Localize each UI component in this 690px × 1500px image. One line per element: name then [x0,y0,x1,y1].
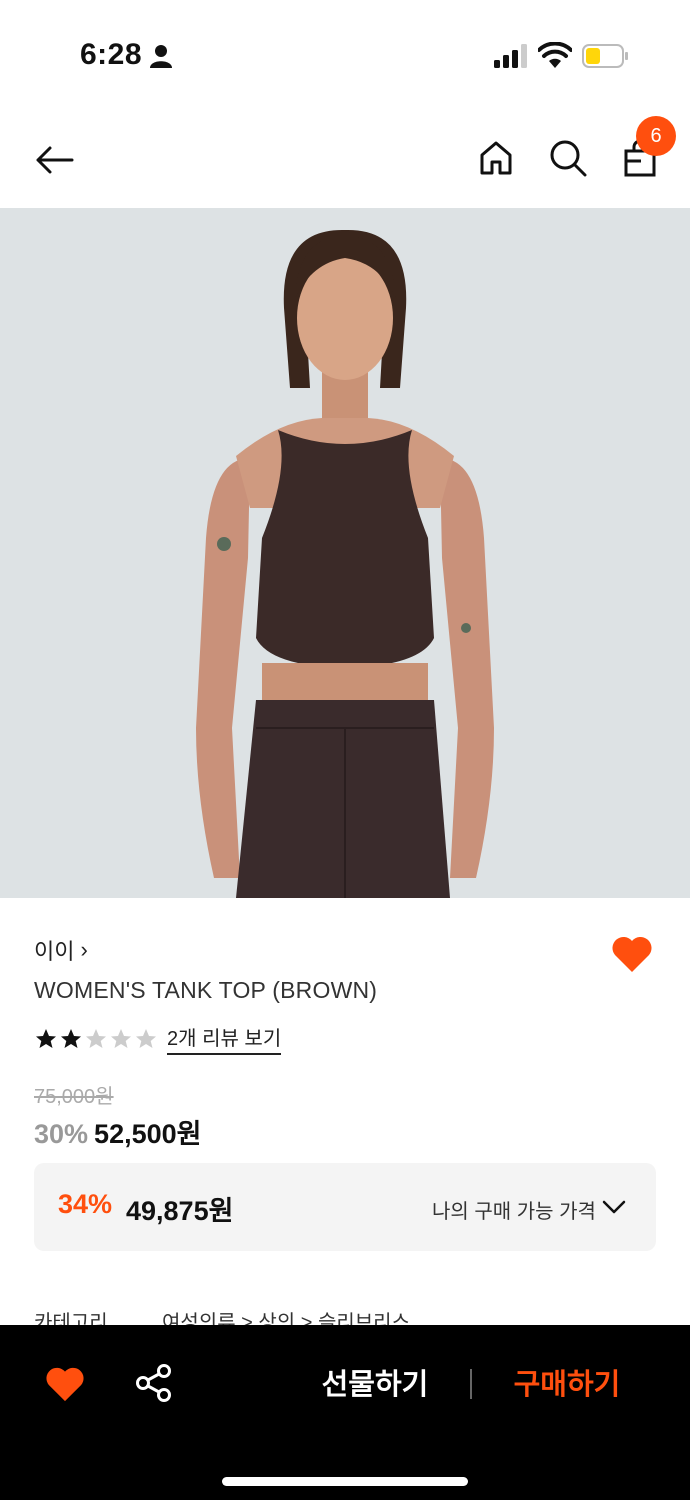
person-icon [150,45,172,68]
battery-icon [582,44,628,68]
divider [470,1369,472,1399]
price-row: 30% 52,500원 [34,1112,201,1151]
gift-button[interactable]: 선물하기 [300,1363,450,1407]
share-icon[interactable] [134,1363,174,1403]
chevron-down-icon [602,1200,626,1214]
chevron-right-icon: › [80,937,88,962]
home-button[interactable] [472,134,520,182]
cart-count-badge: 6 [636,116,676,156]
star-filled-icon [36,1028,56,1048]
product-image[interactable] [0,208,690,898]
my-price-dropdown[interactable]: 34% 49,875원 나의 구매 가능 가격 [34,1163,656,1251]
heart-icon[interactable] [44,1365,86,1403]
star-empty-icon [86,1028,106,1048]
home-indicator[interactable] [222,1477,468,1486]
back-button[interactable] [28,136,80,184]
wishlist-heart-button[interactable] [610,934,654,974]
home-icon [480,141,512,175]
buy-button[interactable]: 구매하기 [492,1363,642,1407]
review-link[interactable]: 2개 리뷰 보기 [167,1022,282,1055]
product-name: WOMEN'S TANK TOP (BROWN) [34,977,378,1003]
star-empty-icon [136,1028,156,1048]
my-price-label: 나의 구매 가능 가격 [432,1201,596,1223]
status-bar: 6:28 [0,0,690,110]
arrow-left-icon [36,146,74,174]
sale-price: 52,500원 [94,1119,202,1149]
original-price: 75,000원 [34,1086,114,1108]
cellular-signal-icon [494,44,527,68]
discount-rate: 30% [34,1119,89,1149]
model-photo [0,208,690,898]
top-navigation-bar [0,110,690,208]
my-price: 49,875원 [126,1196,234,1226]
brand-link[interactable]: 이이 › [34,934,88,966]
wifi-icon [538,42,572,68]
bottom-action-bar: 선물하기 구매하기 [0,1325,690,1500]
star-filled-icon [61,1028,81,1048]
star-empty-icon [111,1028,131,1048]
search-icon [550,140,587,177]
search-button[interactable] [544,134,592,182]
brand-name: 이이 [34,939,75,964]
my-discount-rate: 34% [58,1189,113,1219]
status-time: 6:28 [80,38,143,71]
rating-row: 2개 리뷰 보기 [34,1022,282,1055]
